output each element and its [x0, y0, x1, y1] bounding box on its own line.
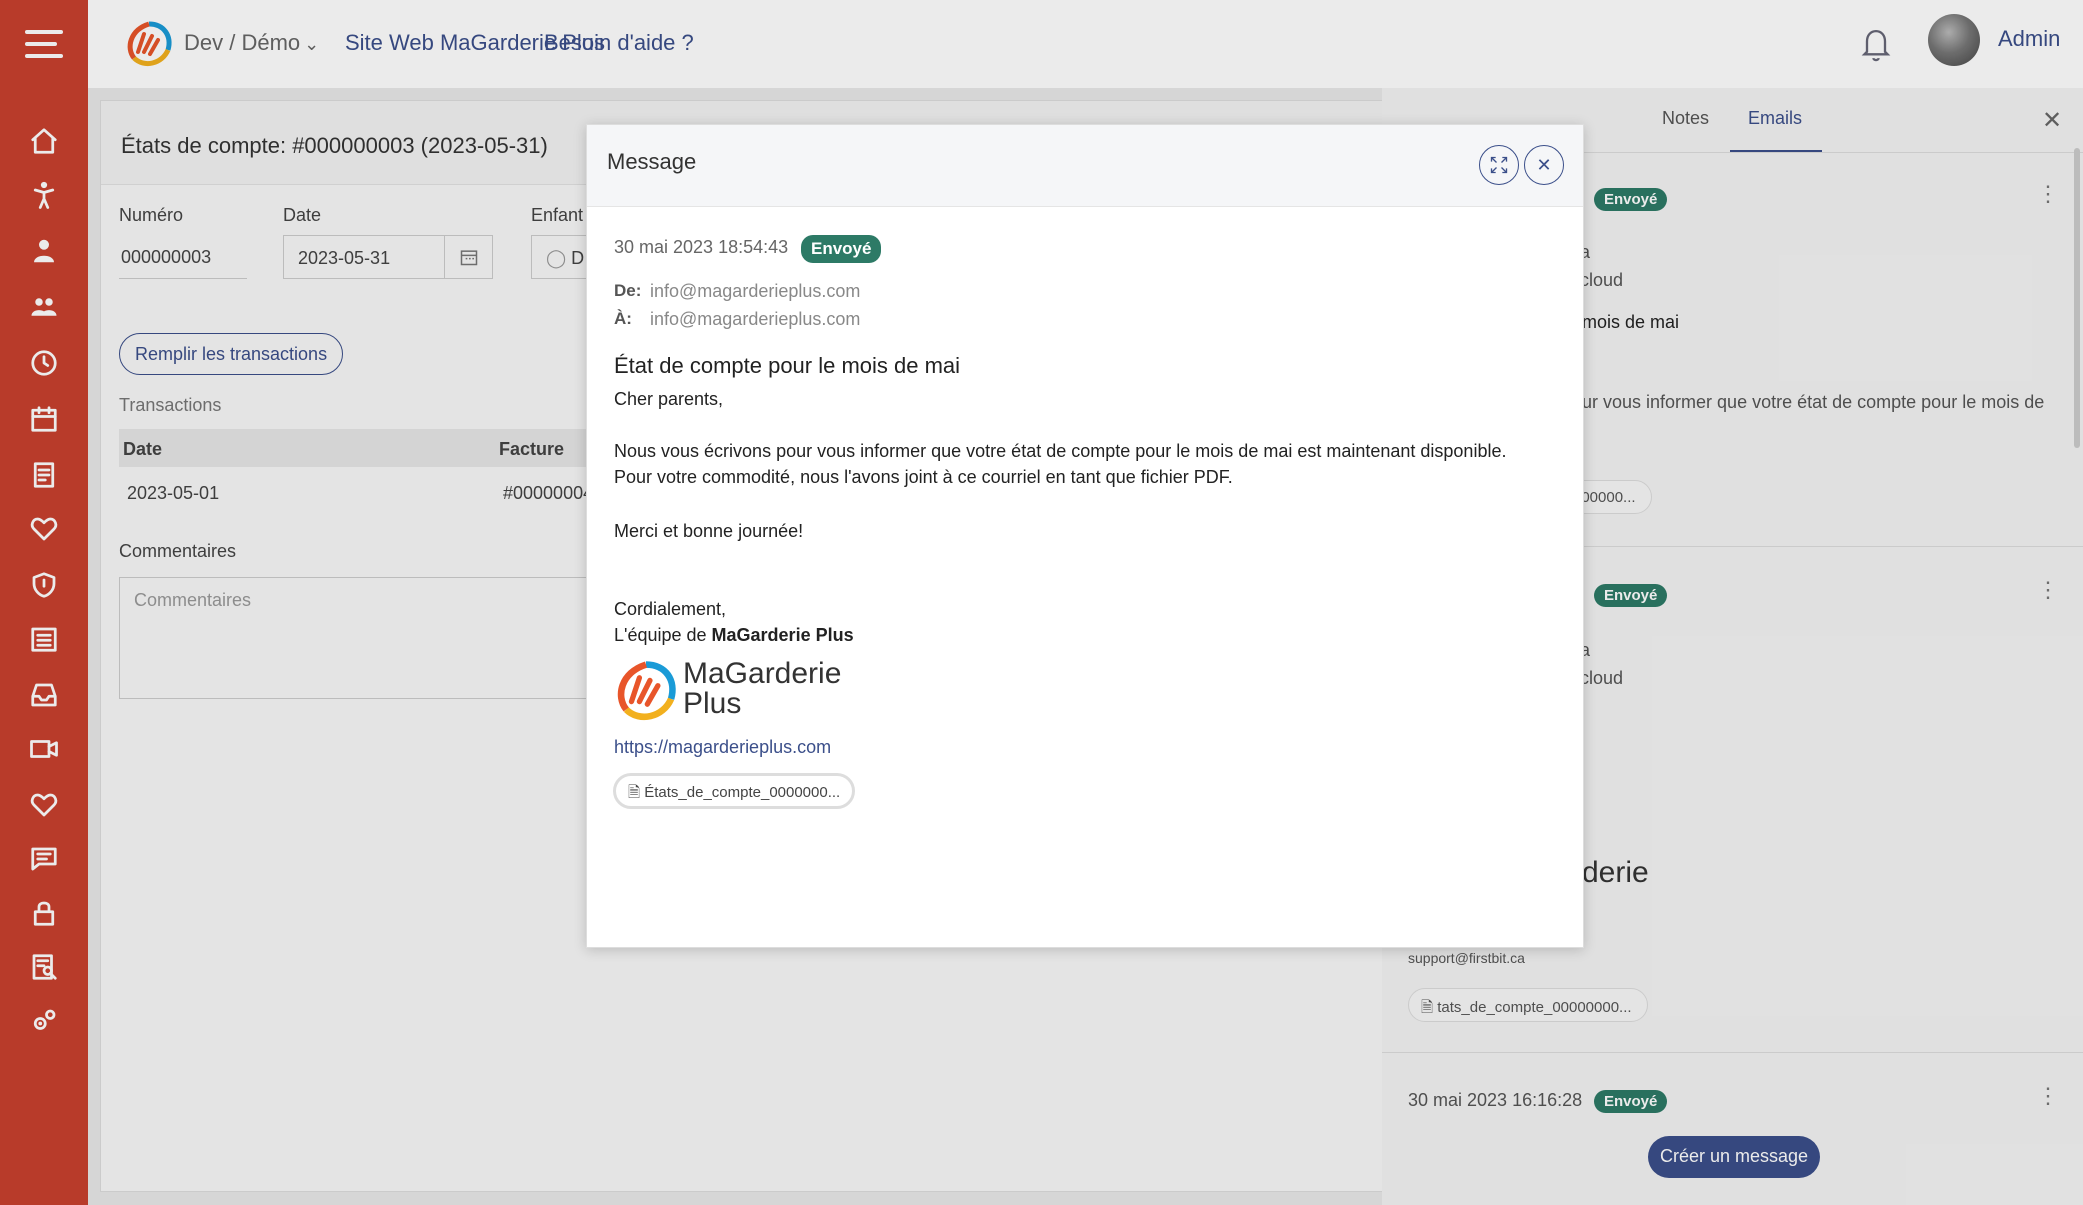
message-thanks: Merci et bonne journée! [614, 521, 804, 541]
expand-icon[interactable] [1479, 145, 1519, 185]
magarderie-logo-icon [617, 661, 676, 721]
status-badge: Envoyé [801, 235, 882, 263]
logo-text: MaGarderie Plus [683, 657, 842, 720]
signature-logo: MaGarderie Plus [613, 659, 873, 723]
message-modal: Message ✕ 30 mai 2023 18:54:43 Envoyé De… [586, 124, 1584, 948]
message-team: L'équipe de MaGarderie Plus [614, 625, 854, 645]
message-subject: État de compte pour le mois de mai [614, 353, 961, 378]
message-greeting: Cher parents, [614, 389, 724, 409]
message-closing: Cordialement, [614, 599, 727, 619]
from-label: De: [614, 281, 642, 300]
from-address: info@magarderieplus.com [650, 281, 861, 301]
pdf-file-icon: 🗎 [628, 784, 641, 801]
attachment-chip[interactable]: 🗎 États_de_compte_0000000... [613, 773, 855, 809]
close-icon[interactable]: ✕ [1524, 145, 1564, 185]
message-body-1: Nous vous écrivons pour vous informer qu… [614, 441, 1507, 461]
message-body-2: Pour votre commodité, nous l'avons joint… [614, 467, 1233, 487]
message-date: 30 mai 2023 18:54:43 [614, 237, 789, 257]
website-link[interactable]: https://magarderieplus.com [614, 737, 831, 758]
to-label: À: [614, 309, 632, 328]
modal-title: Message [607, 149, 697, 174]
to-address: info@magarderieplus.com [650, 309, 861, 329]
modal-header: Message ✕ [587, 125, 1583, 207]
